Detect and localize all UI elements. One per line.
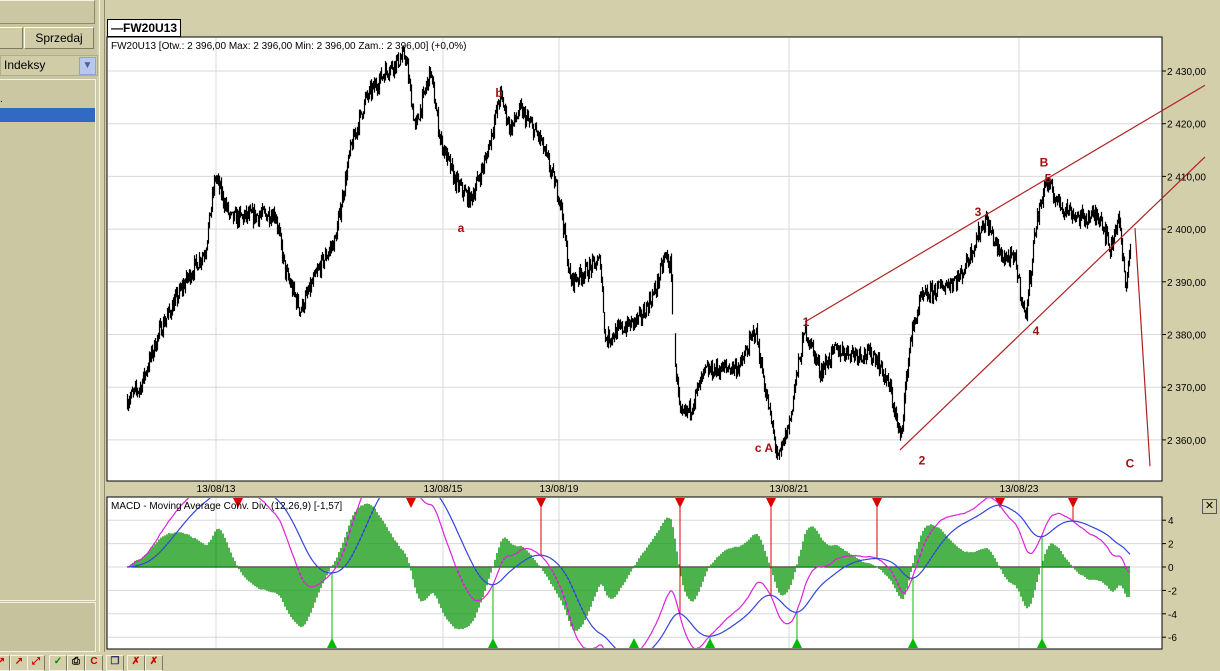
- price-axis-label: 2 430,00: [1167, 67, 1206, 78]
- wave-label: 5: [1045, 172, 1052, 186]
- macd-axis-label: 2: [1168, 540, 1174, 551]
- wave-label: 3: [975, 205, 982, 219]
- macd-axis-label: -2: [1168, 586, 1177, 597]
- chart-area[interactable]: a b c A 1 2 3 4 B 5 C 2 360,00 2 370,00 2 380,00 2 3…: [0, 0, 1220, 666]
- price-info-line: FW20U13 [Otw.: 2 396,00 Max: 2 396,00 Mi…: [111, 41, 466, 52]
- price-axis-label: 2 390,00: [1167, 278, 1206, 289]
- wave-label: B: [1040, 156, 1049, 170]
- price-axis-label: 2 360,00: [1167, 436, 1206, 447]
- wave-label: C: [1126, 457, 1135, 471]
- time-axis-label: 13/08/23: [1000, 484, 1039, 495]
- time-axis-label: 13/08/13: [197, 484, 236, 495]
- time-axis-label: 13/08/19: [540, 484, 579, 495]
- macd-axis-label: -6: [1168, 633, 1177, 644]
- price-axis-label: 2 420,00: [1167, 120, 1206, 131]
- price-axis-label: 2 380,00: [1167, 331, 1206, 342]
- macd-axis-label: 4: [1168, 516, 1174, 527]
- price-axis-label: 2 410,00: [1167, 172, 1206, 183]
- macd-axis-label: -4: [1168, 610, 1177, 621]
- macd-axis-label: 0: [1168, 563, 1174, 574]
- price-axis-label: 2 370,00: [1167, 383, 1206, 394]
- time-axis-label: 13/08/15: [424, 484, 463, 495]
- wave-label: 1: [803, 315, 810, 329]
- wave-label: b: [495, 86, 502, 100]
- time-axis-label: 13/08/21: [770, 484, 809, 495]
- wave-label: a: [458, 221, 465, 235]
- wave-label: 2: [919, 453, 926, 467]
- wave-label: 4: [1033, 324, 1040, 338]
- wave-label: c A: [755, 441, 774, 455]
- price-axis-label: 2 400,00: [1167, 225, 1206, 236]
- macd-title: MACD - Moving Average Conv. Div. (12,26,…: [111, 501, 342, 512]
